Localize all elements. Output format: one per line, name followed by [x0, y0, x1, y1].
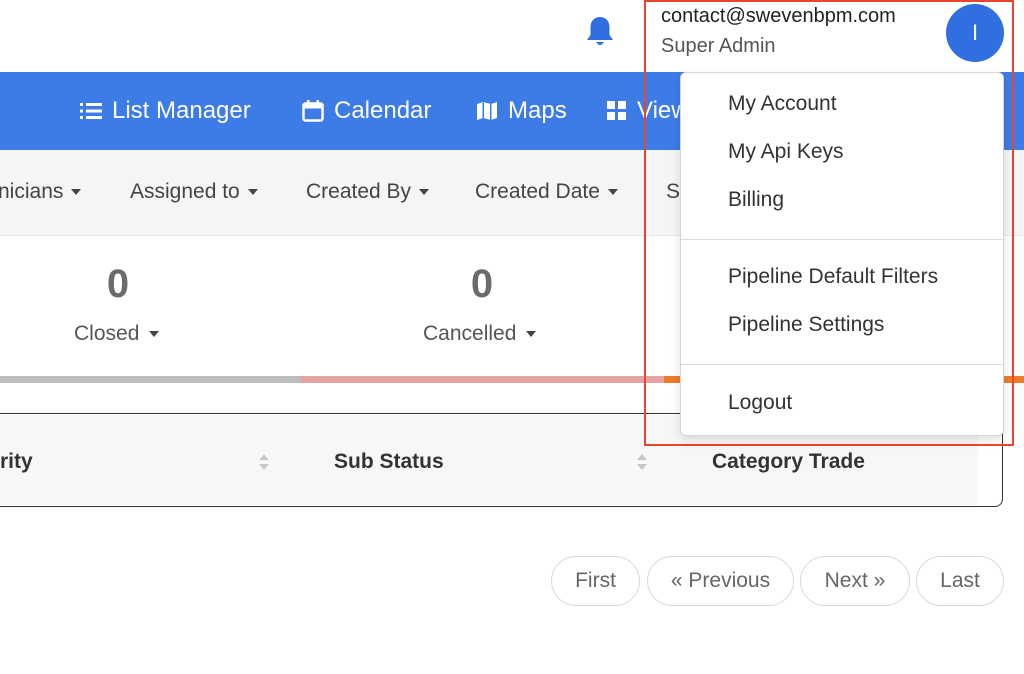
- status-bar-closed: [0, 376, 300, 383]
- menu-item-pipeline-default-filters[interactable]: Pipeline Default Filters: [728, 265, 938, 289]
- menu-item-pipeline-settings[interactable]: Pipeline Settings: [728, 313, 884, 337]
- chevron-down-icon: [247, 189, 258, 195]
- stat-cancelled-count: 0: [470, 262, 494, 306]
- nav-label: Maps: [508, 97, 567, 124]
- th-category-trade[interactable]: Category Trade: [712, 450, 865, 474]
- grid-icon: [607, 101, 626, 120]
- chevron-down-icon: [607, 189, 618, 195]
- pagination-first[interactable]: First: [551, 556, 640, 606]
- avatar[interactable]: I: [946, 4, 1004, 62]
- nav-label: Calendar: [334, 97, 432, 124]
- user-dropdown-menu: My Account My Api Keys Billing Pipeline …: [680, 72, 1004, 436]
- map-icon: [477, 102, 497, 120]
- stat-label-text: Closed: [74, 322, 140, 345]
- pagination-previous[interactable]: « Previous: [647, 556, 794, 606]
- status-bar-cancelled: [300, 376, 664, 383]
- th-sub-status[interactable]: Sub Status: [334, 450, 444, 474]
- pagination-next[interactable]: Next »: [800, 556, 910, 606]
- sort-icon[interactable]: [636, 452, 648, 472]
- filter-created-by[interactable]: Created By: [306, 180, 430, 204]
- user-role: Super Admin: [661, 35, 776, 57]
- user-menu-toggle[interactable]: contact@swevenbpm.com Super Admin: [661, 3, 896, 59]
- chevron-down-icon: [149, 331, 160, 337]
- filter-label: nicians: [0, 180, 64, 203]
- nav-views[interactable]: View: [607, 94, 689, 128]
- menu-item-logout[interactable]: Logout: [728, 391, 792, 415]
- sort-icon[interactable]: [258, 452, 270, 472]
- menu-item-my-api-keys[interactable]: My Api Keys: [728, 140, 844, 164]
- calendar-icon: [302, 100, 324, 122]
- chevron-down-icon: [71, 189, 82, 195]
- filter-label: Created By: [306, 180, 412, 203]
- nav-maps[interactable]: Maps: [476, 94, 567, 128]
- nav-label: List Manager: [112, 97, 251, 124]
- bell-icon[interactable]: [584, 15, 616, 49]
- menu-divider: [681, 364, 1003, 365]
- top-header: contact@swevenbpm.com Super Admin I: [0, 0, 1024, 72]
- th-priority[interactable]: rity: [0, 450, 33, 474]
- nav-list-manager[interactable]: List Manager: [80, 94, 251, 128]
- stat-closed-count: 0: [106, 262, 130, 306]
- pagination-last[interactable]: Last: [916, 556, 1004, 606]
- filter-created-date[interactable]: Created Date: [475, 180, 618, 204]
- filter-label: Created Date: [475, 180, 600, 203]
- chevron-down-icon: [526, 331, 537, 337]
- menu-item-billing[interactable]: Billing: [728, 188, 784, 212]
- stat-label-text: Cancelled: [423, 322, 517, 345]
- stat-cancelled-label[interactable]: Cancelled: [423, 322, 537, 346]
- nav-calendar[interactable]: Calendar: [302, 94, 431, 128]
- filter-label: S: [666, 180, 681, 203]
- user-email: contact@swevenbpm.com: [661, 5, 896, 27]
- chevron-down-icon: [419, 189, 430, 195]
- filter-status[interactable]: S: [666, 180, 680, 204]
- menu-item-my-account[interactable]: My Account: [728, 92, 837, 116]
- menu-divider: [681, 239, 1003, 240]
- filter-label: Assigned to: [130, 180, 240, 203]
- stat-closed-label[interactable]: Closed: [74, 322, 160, 346]
- list-icon: [80, 103, 102, 119]
- filter-technicians[interactable]: nicians: [0, 180, 82, 204]
- filter-assigned-to[interactable]: Assigned to: [130, 180, 258, 204]
